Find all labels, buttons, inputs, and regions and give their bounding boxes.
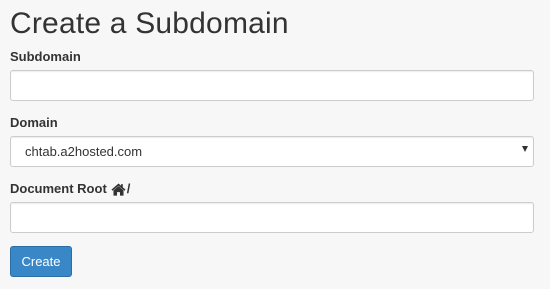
- document-root-prefix: /: [126, 181, 131, 196]
- subdomain-label: Subdomain: [10, 49, 81, 65]
- create-subdomain-form: Create a Subdomain Subdomain Domain chta…: [0, 0, 550, 289]
- domain-label-text: Domain: [10, 115, 58, 130]
- domain-select-value: chtab.a2hosted.com: [25, 144, 143, 159]
- create-button[interactable]: Create: [10, 246, 72, 277]
- subdomain-input[interactable]: [10, 70, 534, 101]
- document-root-label: Document Root /: [10, 181, 130, 197]
- document-root-input[interactable]: [10, 202, 534, 233]
- home-icon: [111, 183, 126, 196]
- document-root-label-text: Document Root: [10, 181, 107, 196]
- page-title: Create a Subdomain: [10, 7, 289, 40]
- domain-label: Domain: [10, 115, 58, 131]
- chevron-down-icon: [522, 146, 528, 152]
- domain-select[interactable]: chtab.a2hosted.com: [10, 136, 534, 167]
- subdomain-label-text: Subdomain: [10, 49, 81, 64]
